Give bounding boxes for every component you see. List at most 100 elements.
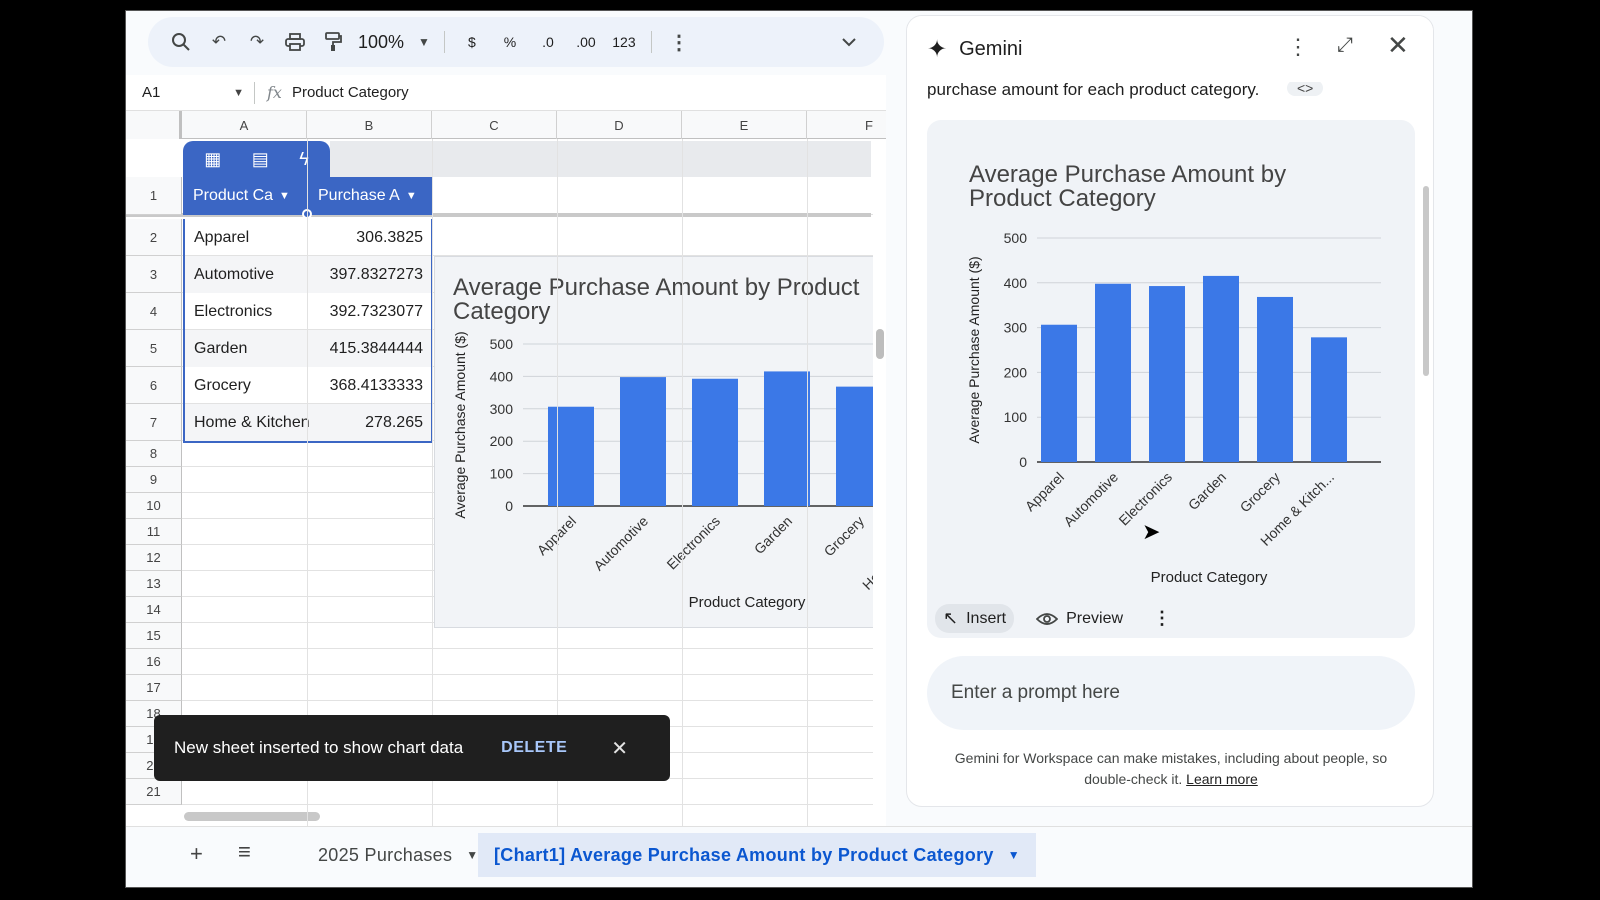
- row-header[interactable]: 15: [126, 623, 182, 649]
- row-header[interactable]: 3: [126, 256, 182, 293]
- y-tick-label: 300: [490, 401, 514, 417]
- row-header[interactable]: 16: [126, 649, 182, 675]
- row-header[interactable]: 8: [126, 441, 182, 467]
- table-cell[interactable]: 415.3844444: [310, 340, 431, 358]
- increase-decimal-button[interactable]: .00: [569, 25, 603, 59]
- row-header[interactable]: 21: [126, 779, 182, 805]
- table-column-header[interactable]: Purchase A ▼: [308, 177, 433, 215]
- chart-bar: [1041, 324, 1077, 462]
- scrollbar-thumb[interactable]: [876, 329, 884, 359]
- gemini-panel: purchase amount for each product categor…: [906, 15, 1434, 807]
- table-cell[interactable]: 368.4133333: [310, 377, 431, 395]
- zoom-select[interactable]: 100% ▼: [354, 25, 434, 59]
- search-icon: [172, 33, 190, 51]
- sparkle-icon: ✦: [927, 35, 948, 63]
- column-header[interactable]: A: [182, 111, 307, 139]
- currency-format-button[interactable]: $: [455, 25, 489, 59]
- redo-button[interactable]: ↷: [240, 25, 274, 59]
- vertical-scrollbar[interactable]: [873, 211, 886, 826]
- expand-icon[interactable]: ⤢: [1337, 34, 1353, 57]
- sheet-tab[interactable]: 2025 Purchases ▼: [302, 835, 494, 875]
- chevron-down-icon[interactable]: ▼: [466, 848, 478, 862]
- snackbar-message: New sheet inserted to show chart data: [174, 738, 464, 757]
- column-header[interactable]: B: [307, 111, 432, 139]
- close-icon[interactable]: ✕: [1387, 30, 1409, 61]
- chart-bar: [1257, 296, 1293, 462]
- prompt-box[interactable]: [927, 656, 1415, 730]
- more-actions-button[interactable]: ⋮: [1145, 604, 1179, 633]
- more-vert-icon[interactable]: ⋮: [1287, 34, 1309, 60]
- select-all-corner[interactable]: [126, 111, 182, 139]
- x-tick-label: Grocery: [1237, 469, 1284, 516]
- table-cell[interactable]: 392.7323077: [310, 303, 431, 321]
- table-settings-icon[interactable]: ▤: [252, 149, 269, 170]
- table-cell[interactable]: Grocery: [185, 377, 310, 395]
- table-cell[interactable]: Garden: [185, 340, 310, 358]
- sheet-tab-active[interactable]: [Chart1] Average Purchase Amount by Prod…: [478, 833, 1036, 877]
- chevron-down-icon[interactable]: ▼: [279, 190, 290, 202]
- row-header[interactable]: 13: [126, 571, 182, 597]
- table-icon[interactable]: ▦: [204, 149, 221, 170]
- row-header[interactable]: 9: [126, 467, 182, 493]
- table-cell[interactable]: Apparel: [185, 229, 310, 247]
- chart-bar: [1149, 286, 1185, 462]
- horizontal-scrollbar-thumb[interactable]: [184, 812, 320, 821]
- all-sheets-menu-icon[interactable]: ≡: [238, 839, 251, 865]
- column-header[interactable]: C: [432, 111, 557, 139]
- sheet-tab-label: 2025 Purchases: [318, 844, 453, 865]
- table-cell[interactable]: 306.3825: [310, 229, 431, 247]
- paint-format-button[interactable]: [316, 25, 350, 59]
- paint-format-icon: [325, 32, 342, 51]
- preview-button[interactable]: Preview: [1028, 606, 1131, 632]
- chevron-down-icon[interactable]: ▼: [1008, 848, 1020, 862]
- row-header[interactable]: 14: [126, 597, 182, 623]
- delete-button[interactable]: DELETE: [501, 739, 567, 757]
- column-header[interactable]: F: [807, 111, 886, 139]
- function-icon: fx: [267, 83, 282, 102]
- chart-bar: [692, 378, 738, 506]
- hide-menus-button[interactable]: [832, 25, 866, 59]
- table-cell[interactable]: 397.8327273: [310, 266, 431, 284]
- row-header[interactable]: 11: [126, 519, 182, 545]
- y-tick-label: 400: [1004, 275, 1028, 291]
- column-header[interactable]: E: [682, 111, 807, 139]
- close-icon[interactable]: ✕: [611, 736, 628, 761]
- eye-icon: [1036, 612, 1059, 625]
- print-button[interactable]: [278, 25, 312, 59]
- chevron-down-icon[interactable]: ▼: [406, 190, 417, 202]
- insert-button[interactable]: ↖ Insert: [935, 604, 1015, 633]
- undo-button[interactable]: ↶: [202, 25, 236, 59]
- table-cell[interactable]: Automotive: [185, 266, 310, 284]
- panel-scrollbar-thumb[interactable]: [1423, 186, 1429, 376]
- row-header[interactable]: 7: [126, 404, 182, 441]
- gridline: [182, 804, 886, 805]
- row-header[interactable]: 10: [126, 493, 182, 519]
- learn-more-link[interactable]: Learn more: [1186, 771, 1258, 787]
- table-cell[interactable]: Electronics: [185, 303, 310, 321]
- more-options-button[interactable]: ⋮: [662, 25, 696, 59]
- table-cell[interactable]: Home & Kitchen: [185, 414, 310, 432]
- decrease-decimal-button[interactable]: .0: [531, 25, 565, 59]
- table-column-header[interactable]: Product Ca ▼: [183, 177, 308, 215]
- table-row: Electronics 392.7323077: [185, 293, 431, 330]
- row-header[interactable]: 17: [126, 675, 182, 701]
- name-box[interactable]: A1 ▼: [126, 84, 254, 101]
- row-header[interactable]: 12: [126, 545, 182, 571]
- row-header[interactable]: 2: [126, 219, 182, 256]
- percent-format-button[interactable]: %: [493, 25, 527, 59]
- prompt-input[interactable]: [951, 682, 1391, 704]
- row-header[interactable]: 6: [126, 367, 182, 404]
- chart-svg: Average Purchase Amount byProduct Catego…: [966, 161, 1381, 586]
- table-cell[interactable]: 278.265: [310, 414, 431, 432]
- row-header[interactable]: 4: [126, 293, 182, 330]
- row-header[interactable]: 5: [126, 330, 182, 367]
- preview-label: Preview: [1066, 609, 1124, 627]
- formula-input[interactable]: Product Category: [292, 84, 409, 101]
- column-header[interactable]: D: [557, 111, 682, 139]
- search-menus-button[interactable]: [164, 25, 198, 59]
- code-chip[interactable]: <>: [1287, 80, 1324, 96]
- embedded-chart[interactable]: Average Purchase Amount by Product Catego…: [434, 256, 874, 628]
- add-sheet-button[interactable]: +: [190, 841, 203, 867]
- more-formats-button[interactable]: 123: [607, 25, 641, 59]
- row-header[interactable]: 1: [126, 177, 182, 215]
